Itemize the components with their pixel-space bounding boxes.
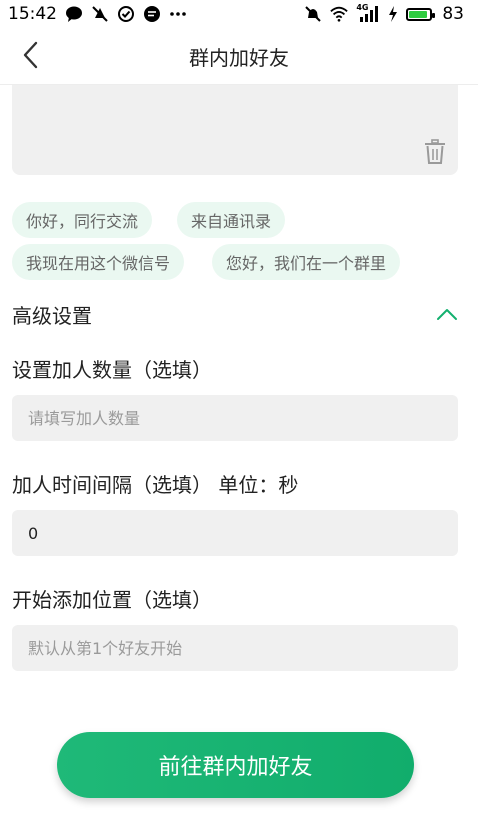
quick-phrase-chip[interactable]: 你好，同行交流 <box>12 202 153 238</box>
interval-label: 加人时间间隔（选填） 单位：秒 <box>12 473 299 497</box>
status-time: 15:42 <box>8 4 57 24</box>
count-field <box>12 395 458 441</box>
status-bar: 15:42 4G 83 <box>0 0 478 28</box>
start-position-label: 开始添加位置（选填） <box>12 588 212 612</box>
battery-icon <box>406 7 436 21</box>
more-icon <box>169 5 187 23</box>
notification-off-icon <box>91 5 109 23</box>
start-position-input[interactable] <box>26 637 444 659</box>
advanced-settings-toggle[interactable]: 高级设置 <box>12 296 458 332</box>
count-label: 设置加人数量（选填） <box>12 358 212 382</box>
status-left: 15:42 <box>8 4 187 24</box>
interval-field <box>12 510 458 556</box>
interval-input[interactable] <box>26 522 444 544</box>
wifi-icon <box>330 5 349 23</box>
back-button[interactable] <box>16 40 46 70</box>
mute-icon <box>304 5 322 23</box>
count-input[interactable] <box>26 407 444 429</box>
start-position-field <box>12 625 458 671</box>
check-circle-icon <box>117 5 135 23</box>
go-add-friends-button[interactable]: 前往群内加好友 <box>57 732 414 798</box>
chevron-left-icon <box>23 41 38 69</box>
trash-icon[interactable] <box>424 139 446 165</box>
quick-phrase-chip[interactable]: 我现在用这个微信号 <box>12 244 185 280</box>
charging-icon <box>388 5 398 23</box>
page-title: 群内加好友 <box>189 45 289 70</box>
quick-phrase-chip[interactable]: 来自通讯录 <box>177 202 286 238</box>
chevron-up-icon <box>436 303 458 325</box>
greeting-message-box[interactable] <box>12 85 458 175</box>
signal-icon: 4G <box>356 3 380 23</box>
status-right: 4G 83 <box>304 3 464 24</box>
advanced-settings-title: 高级设置 <box>12 303 92 328</box>
message-icon <box>143 5 161 23</box>
chat-bubble-icon <box>65 5 83 23</box>
nav-header: 群内加好友 <box>0 28 478 85</box>
battery-level: 83 <box>442 4 464 24</box>
quick-phrase-chip[interactable]: 您好，我们在一个群里 <box>212 244 401 280</box>
network-type: 4G <box>356 3 369 12</box>
